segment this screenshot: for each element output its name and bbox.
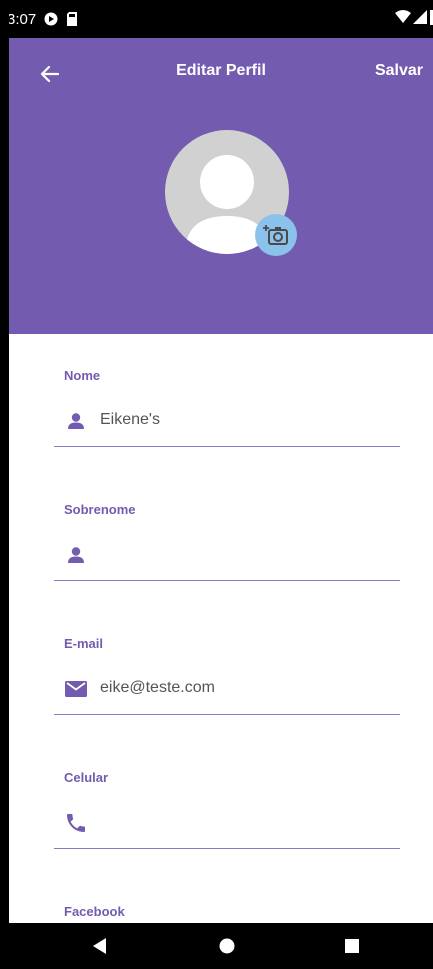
- field-label: Sobrenome: [64, 502, 136, 517]
- system-nav-bar: [0, 923, 433, 969]
- screen: 3:07 Editar Perfil Salvar Nome Eikene's …: [9, 0, 433, 969]
- phone-icon: [64, 812, 88, 834]
- field-label: Celular: [64, 770, 109, 785]
- field-label: Facebook: [64, 904, 125, 919]
- add-photo-icon: [263, 225, 288, 245]
- nav-back-icon: [93, 938, 106, 954]
- field-value: eike@teste.com: [100, 679, 215, 696]
- nav-recents-button[interactable]: [330, 923, 374, 969]
- change-photo-button[interactable]: [255, 214, 297, 256]
- nav-home-button[interactable]: [205, 923, 249, 969]
- person-icon: [64, 410, 88, 432]
- email-input[interactable]: eike@teste.com: [54, 678, 400, 715]
- field-label: Nome: [64, 368, 101, 383]
- email-icon: [64, 678, 88, 700]
- signal-icon: [413, 10, 427, 28]
- status-time: 3:07: [9, 10, 37, 28]
- battery-icon: [429, 9, 433, 29]
- nav-home-icon: [219, 938, 235, 954]
- profile-header: Editar Perfil Salvar: [9, 38, 433, 334]
- phone-input[interactable]: [54, 812, 400, 849]
- surname-input[interactable]: [54, 544, 400, 581]
- sd-card-icon: [66, 12, 78, 26]
- status-bar: 3:07: [9, 0, 433, 38]
- field-value: Eikene's: [100, 411, 160, 428]
- save-button[interactable]: Salvar: [375, 62, 423, 80]
- person-icon: [64, 544, 88, 566]
- wifi-icon: [395, 10, 411, 28]
- nav-back-button[interactable]: [78, 923, 122, 969]
- field-label: E-mail: [64, 636, 104, 651]
- nav-recents-icon: [345, 939, 359, 953]
- name-input[interactable]: Eikene's: [54, 410, 400, 447]
- page-title: Editar Perfil: [176, 62, 266, 79]
- play-protect-icon: [44, 12, 58, 26]
